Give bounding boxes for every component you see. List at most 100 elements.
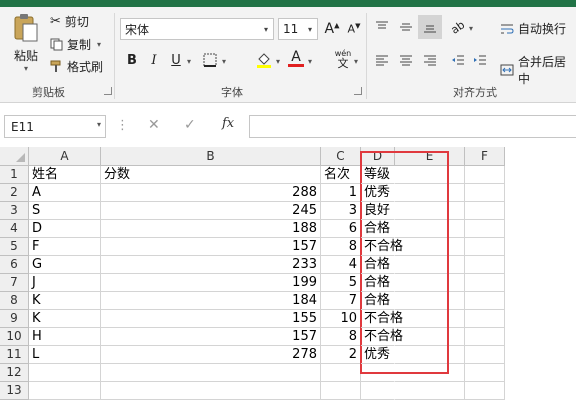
row-header[interactable]: 7 <box>0 274 29 292</box>
cell-e[interactable] <box>395 310 465 328</box>
paste-button[interactable]: 粘贴 ▾ <box>6 13 46 73</box>
column-header-f[interactable]: F <box>465 147 505 166</box>
cell-c[interactable]: 5 <box>321 274 361 292</box>
row-header[interactable]: 5 <box>0 238 29 256</box>
cell-f[interactable] <box>465 256 505 274</box>
format-painter-button[interactable]: 格式刷 <box>50 58 103 75</box>
cell-b[interactable]: 278 <box>101 346 321 364</box>
orientation-button[interactable]: ab <box>448 17 468 37</box>
row-header[interactable]: 3 <box>0 202 29 220</box>
underline-dropdown-icon[interactable]: ▾ <box>187 57 191 66</box>
row-header[interactable]: 6 <box>0 256 29 274</box>
increase-indent-button[interactable] <box>470 50 490 70</box>
cell-f[interactable] <box>465 346 505 364</box>
phonetic-dropdown-icon[interactable]: ▾ <box>354 57 358 66</box>
row-header[interactable]: 1 <box>0 166 29 184</box>
enter-icon[interactable]: ✓ <box>184 117 196 133</box>
italic-button[interactable]: I <box>144 50 164 70</box>
cell-e[interactable] <box>395 274 465 292</box>
cell-a[interactable]: D <box>29 220 101 238</box>
cell-c[interactable]: 3 <box>321 202 361 220</box>
cell-f[interactable] <box>465 292 505 310</box>
cell-c[interactable]: 名次 <box>321 166 361 184</box>
cell-e[interactable] <box>395 328 465 346</box>
formula-input[interactable] <box>249 115 576 138</box>
cell-c[interactable]: 8 <box>321 328 361 346</box>
cell-b[interactable]: 245 <box>101 202 321 220</box>
column-header-e[interactable]: E <box>395 147 465 166</box>
copy-button[interactable]: 复制 ▾ <box>50 36 101 53</box>
cell-d[interactable]: 合格 <box>361 256 395 274</box>
cell-b[interactable] <box>101 364 321 382</box>
cell-a[interactable]: L <box>29 346 101 364</box>
cell-a[interactable]: J <box>29 274 101 292</box>
cell-c[interactable]: 6 <box>321 220 361 238</box>
name-box[interactable]: E11 ▾ <box>4 115 106 138</box>
merge-center-button[interactable]: 合并后居中 <box>500 53 576 87</box>
cancel-icon[interactable]: ✕ <box>148 117 160 133</box>
cell-c[interactable]: 10 <box>321 310 361 328</box>
cell-c[interactable]: 1 <box>321 184 361 202</box>
cell-e[interactable] <box>395 346 465 364</box>
row-header[interactable]: 13 <box>0 382 29 400</box>
font-color-dropdown-icon[interactable]: ▾ <box>308 57 312 66</box>
borders-button[interactable] <box>200 50 220 70</box>
cell-e[interactable] <box>395 166 465 184</box>
underline-button[interactable]: U <box>166 50 186 70</box>
cell-c[interactable]: 4 <box>321 256 361 274</box>
bold-button[interactable]: B <box>122 50 142 70</box>
fill-color-dropdown-icon[interactable]: ▾ <box>276 57 280 66</box>
cell-d[interactable] <box>361 382 395 400</box>
cell-f[interactable] <box>465 364 505 382</box>
cell-d[interactable]: 合格 <box>361 292 395 310</box>
cell-c[interactable]: 8 <box>321 238 361 256</box>
cell-e[interactable] <box>395 202 465 220</box>
font-color-button[interactable]: A <box>286 48 306 68</box>
cell-f[interactable] <box>465 274 505 292</box>
cell-e[interactable] <box>395 256 465 274</box>
select-all-corner[interactable] <box>0 147 29 166</box>
cell-f[interactable] <box>465 166 505 184</box>
cell-d[interactable]: 不合格 <box>361 310 403 328</box>
cell-b[interactable] <box>101 382 321 400</box>
cell-a[interactable]: K <box>29 310 101 328</box>
font-name-select[interactable]: 宋体 ▾ <box>120 18 274 40</box>
align-right-button[interactable] <box>420 50 440 70</box>
increase-font-size-button[interactable]: A▲ <box>322 19 342 39</box>
cell-b[interactable]: 188 <box>101 220 321 238</box>
decrease-indent-button[interactable] <box>448 50 468 70</box>
column-header-a[interactable]: A <box>29 147 101 166</box>
cell-e[interactable] <box>395 292 465 310</box>
cell-c[interactable]: 2 <box>321 346 361 364</box>
align-left-button[interactable] <box>372 50 392 70</box>
cell-f[interactable] <box>465 310 505 328</box>
cell-d[interactable]: 不合格 <box>361 238 403 256</box>
cut-button[interactable]: ✂ 剪切 <box>50 13 89 30</box>
cell-c[interactable] <box>321 382 361 400</box>
cell-a[interactable]: 姓名 <box>29 166 101 184</box>
cell-d[interactable]: 等级 <box>361 166 395 184</box>
cell-a[interactable]: A <box>29 184 101 202</box>
cell-f[interactable] <box>465 382 505 400</box>
row-header[interactable]: 4 <box>0 220 29 238</box>
cell-f[interactable] <box>465 238 505 256</box>
column-header-d[interactable]: D <box>361 147 395 166</box>
top-align-button[interactable] <box>372 17 392 37</box>
font-size-select[interactable]: 11 ▾ <box>278 18 318 40</box>
row-header[interactable]: 11 <box>0 346 29 364</box>
cell-b[interactable]: 288 <box>101 184 321 202</box>
cell-a[interactable]: H <box>29 328 101 346</box>
cell-a[interactable] <box>29 364 101 382</box>
cell-c[interactable] <box>321 364 361 382</box>
cell-d[interactable] <box>361 364 395 382</box>
cell-f[interactable] <box>465 220 505 238</box>
column-header-b[interactable]: B <box>101 147 321 166</box>
cell-b[interactable]: 分数 <box>101 166 321 184</box>
cell-d[interactable]: 良好 <box>361 202 395 220</box>
cell-f[interactable] <box>465 202 505 220</box>
cell-d[interactable]: 优秀 <box>361 184 395 202</box>
align-center-button[interactable] <box>396 50 416 70</box>
cell-a[interactable] <box>29 382 101 400</box>
cell-e[interactable] <box>395 184 465 202</box>
insert-function-button[interactable]: fx <box>222 116 234 131</box>
